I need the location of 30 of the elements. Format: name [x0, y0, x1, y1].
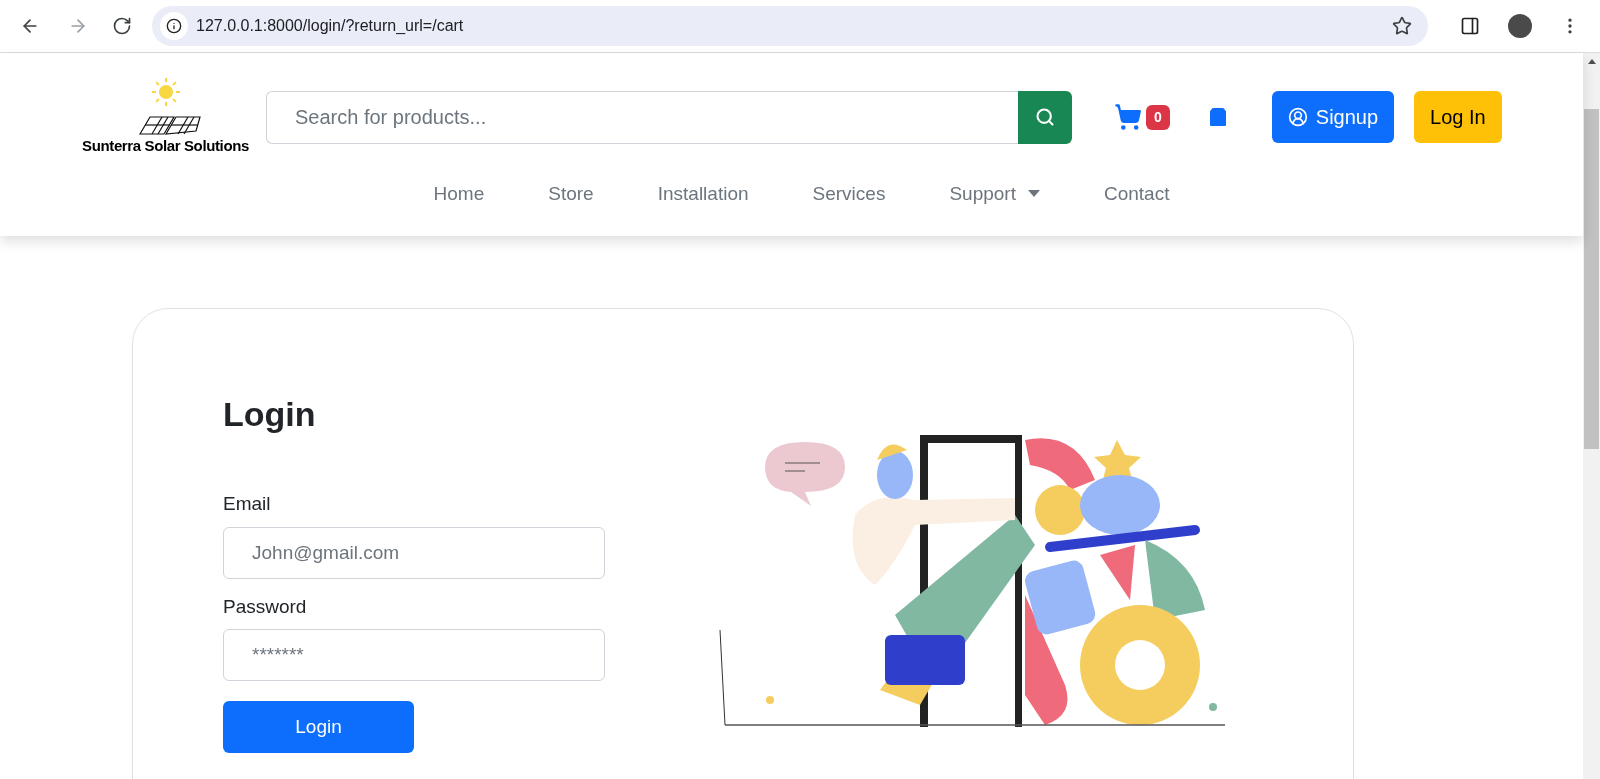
nav-link[interactable]: Contact — [1099, 179, 1174, 208]
user-icon — [1287, 107, 1308, 128]
input-field[interactable]: John@gmail.com — [223, 526, 605, 579]
login-heading: Login — [223, 394, 317, 435]
nav-link[interactable]: Support — [945, 179, 1044, 208]
login-submit-button[interactable]: Login — [223, 701, 414, 753]
nav-link[interactable]: Home — [429, 179, 489, 208]
bookmark-star-icon[interactable] — [1392, 16, 1412, 36]
input-field[interactable]: ******* — [223, 629, 605, 681]
login-nav-button[interactable]: Log In — [1414, 91, 1502, 144]
nav-link[interactable]: Store — [544, 179, 598, 208]
url-text: 127.0.0.1:8000/login/?return_url=/cart — [196, 16, 464, 36]
signup-button[interactable]: Signup — [1271, 91, 1395, 144]
field-label: Password — [223, 594, 308, 619]
side-panel-icon[interactable] — [1460, 16, 1480, 36]
field-label: Email — [223, 492, 272, 516]
search-field[interactable]: Search for products... — [266, 90, 1018, 144]
nav-link[interactable]: Installation — [653, 179, 753, 208]
nav-link[interactable]: Services — [808, 179, 890, 208]
address-bar[interactable]: 127.0.0.1:8000/login/?return_url=/cart — [152, 6, 1428, 46]
caret-icon — [1027, 190, 1040, 198]
search-icon — [1035, 107, 1055, 128]
scrollbar[interactable] — [1583, 53, 1600, 779]
brand-name[interactable]: Sunterra Solar Solutions — [82, 135, 249, 158]
reload-icon[interactable] — [112, 16, 132, 36]
info-icon[interactable] — [166, 18, 182, 34]
profile-avatar[interactable] — [1508, 14, 1532, 38]
cart-icon[interactable] — [1114, 103, 1142, 132]
cart-count-badge: 0 — [1146, 104, 1170, 130]
search-button[interactable] — [1018, 90, 1072, 144]
